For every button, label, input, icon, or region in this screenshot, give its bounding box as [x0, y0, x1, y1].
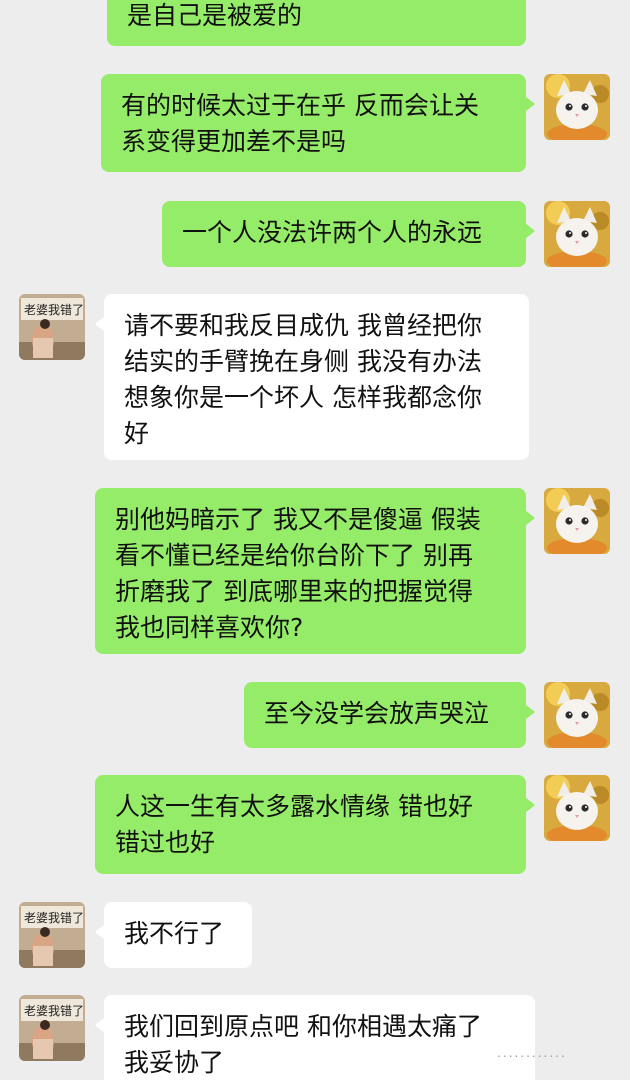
contact-avatar[interactable]: 老婆我错了	[19, 294, 85, 360]
message-bubble-sent[interactable]: 有的时候太过于在乎 反而会让关 系变得更加差不是吗	[101, 74, 535, 172]
kitten-avatar-icon	[544, 74, 610, 140]
kitten-avatar-icon	[544, 775, 610, 841]
kitten-avatar-icon	[544, 488, 610, 554]
message-bubble-received[interactable]: 请不要和我反目成仇 我曾经把你 结实的手臂挽在身侧 我没有办法 想象你是一个坏人…	[95, 294, 529, 460]
kitten-avatar-icon	[544, 201, 610, 267]
message-bubble-sent[interactable]: 是自己是被爱的	[107, 0, 526, 46]
message-bubble-sent[interactable]: 别他妈暗示了 我又不是傻逼 假装 看不懂已经是给你台阶下了 别再 折磨我了 到底…	[95, 488, 535, 654]
my-avatar[interactable]	[544, 201, 610, 267]
my-avatar[interactable]	[544, 682, 610, 748]
contact-avatar[interactable]: 老婆我错了	[19, 902, 85, 968]
svg-text:老婆我错了: 老婆我错了	[24, 303, 84, 317]
kitten-avatar-icon	[544, 682, 610, 748]
my-avatar[interactable]	[544, 488, 610, 554]
message-bubble-sent[interactable]: 至今没学会放声哭泣	[244, 682, 535, 748]
person-with-sign-avatar-icon: 老婆我错了	[19, 995, 85, 1061]
contact-avatar[interactable]: 老婆我错了	[19, 995, 85, 1061]
svg-text:老婆我错了: 老婆我错了	[24, 1004, 84, 1018]
my-avatar[interactable]	[544, 775, 610, 841]
svg-text:老婆我错了: 老婆我错了	[24, 911, 84, 925]
person-with-sign-avatar-icon: 老婆我错了	[19, 294, 85, 360]
watermark: ............	[497, 1046, 567, 1060]
my-avatar[interactable]	[544, 74, 610, 140]
message-bubble-sent[interactable]: 一个人没法许两个人的永远	[162, 201, 535, 267]
message-bubble-received[interactable]: 我们回到原点吧 和你相遇太痛了 我妥协了	[95, 995, 535, 1080]
message-bubble-sent[interactable]: 人这一生有太多露水情缘 错也好 错过也好	[95, 775, 535, 874]
chat-history[interactable]: 是自己是被爱的 有的时候太过于在乎 反而会让关 系变得更加差不是吗 一个人没法许…	[0, 0, 630, 1080]
person-with-sign-avatar-icon: 老婆我错了	[19, 902, 85, 968]
message-bubble-received[interactable]: 我不行了	[95, 902, 252, 968]
